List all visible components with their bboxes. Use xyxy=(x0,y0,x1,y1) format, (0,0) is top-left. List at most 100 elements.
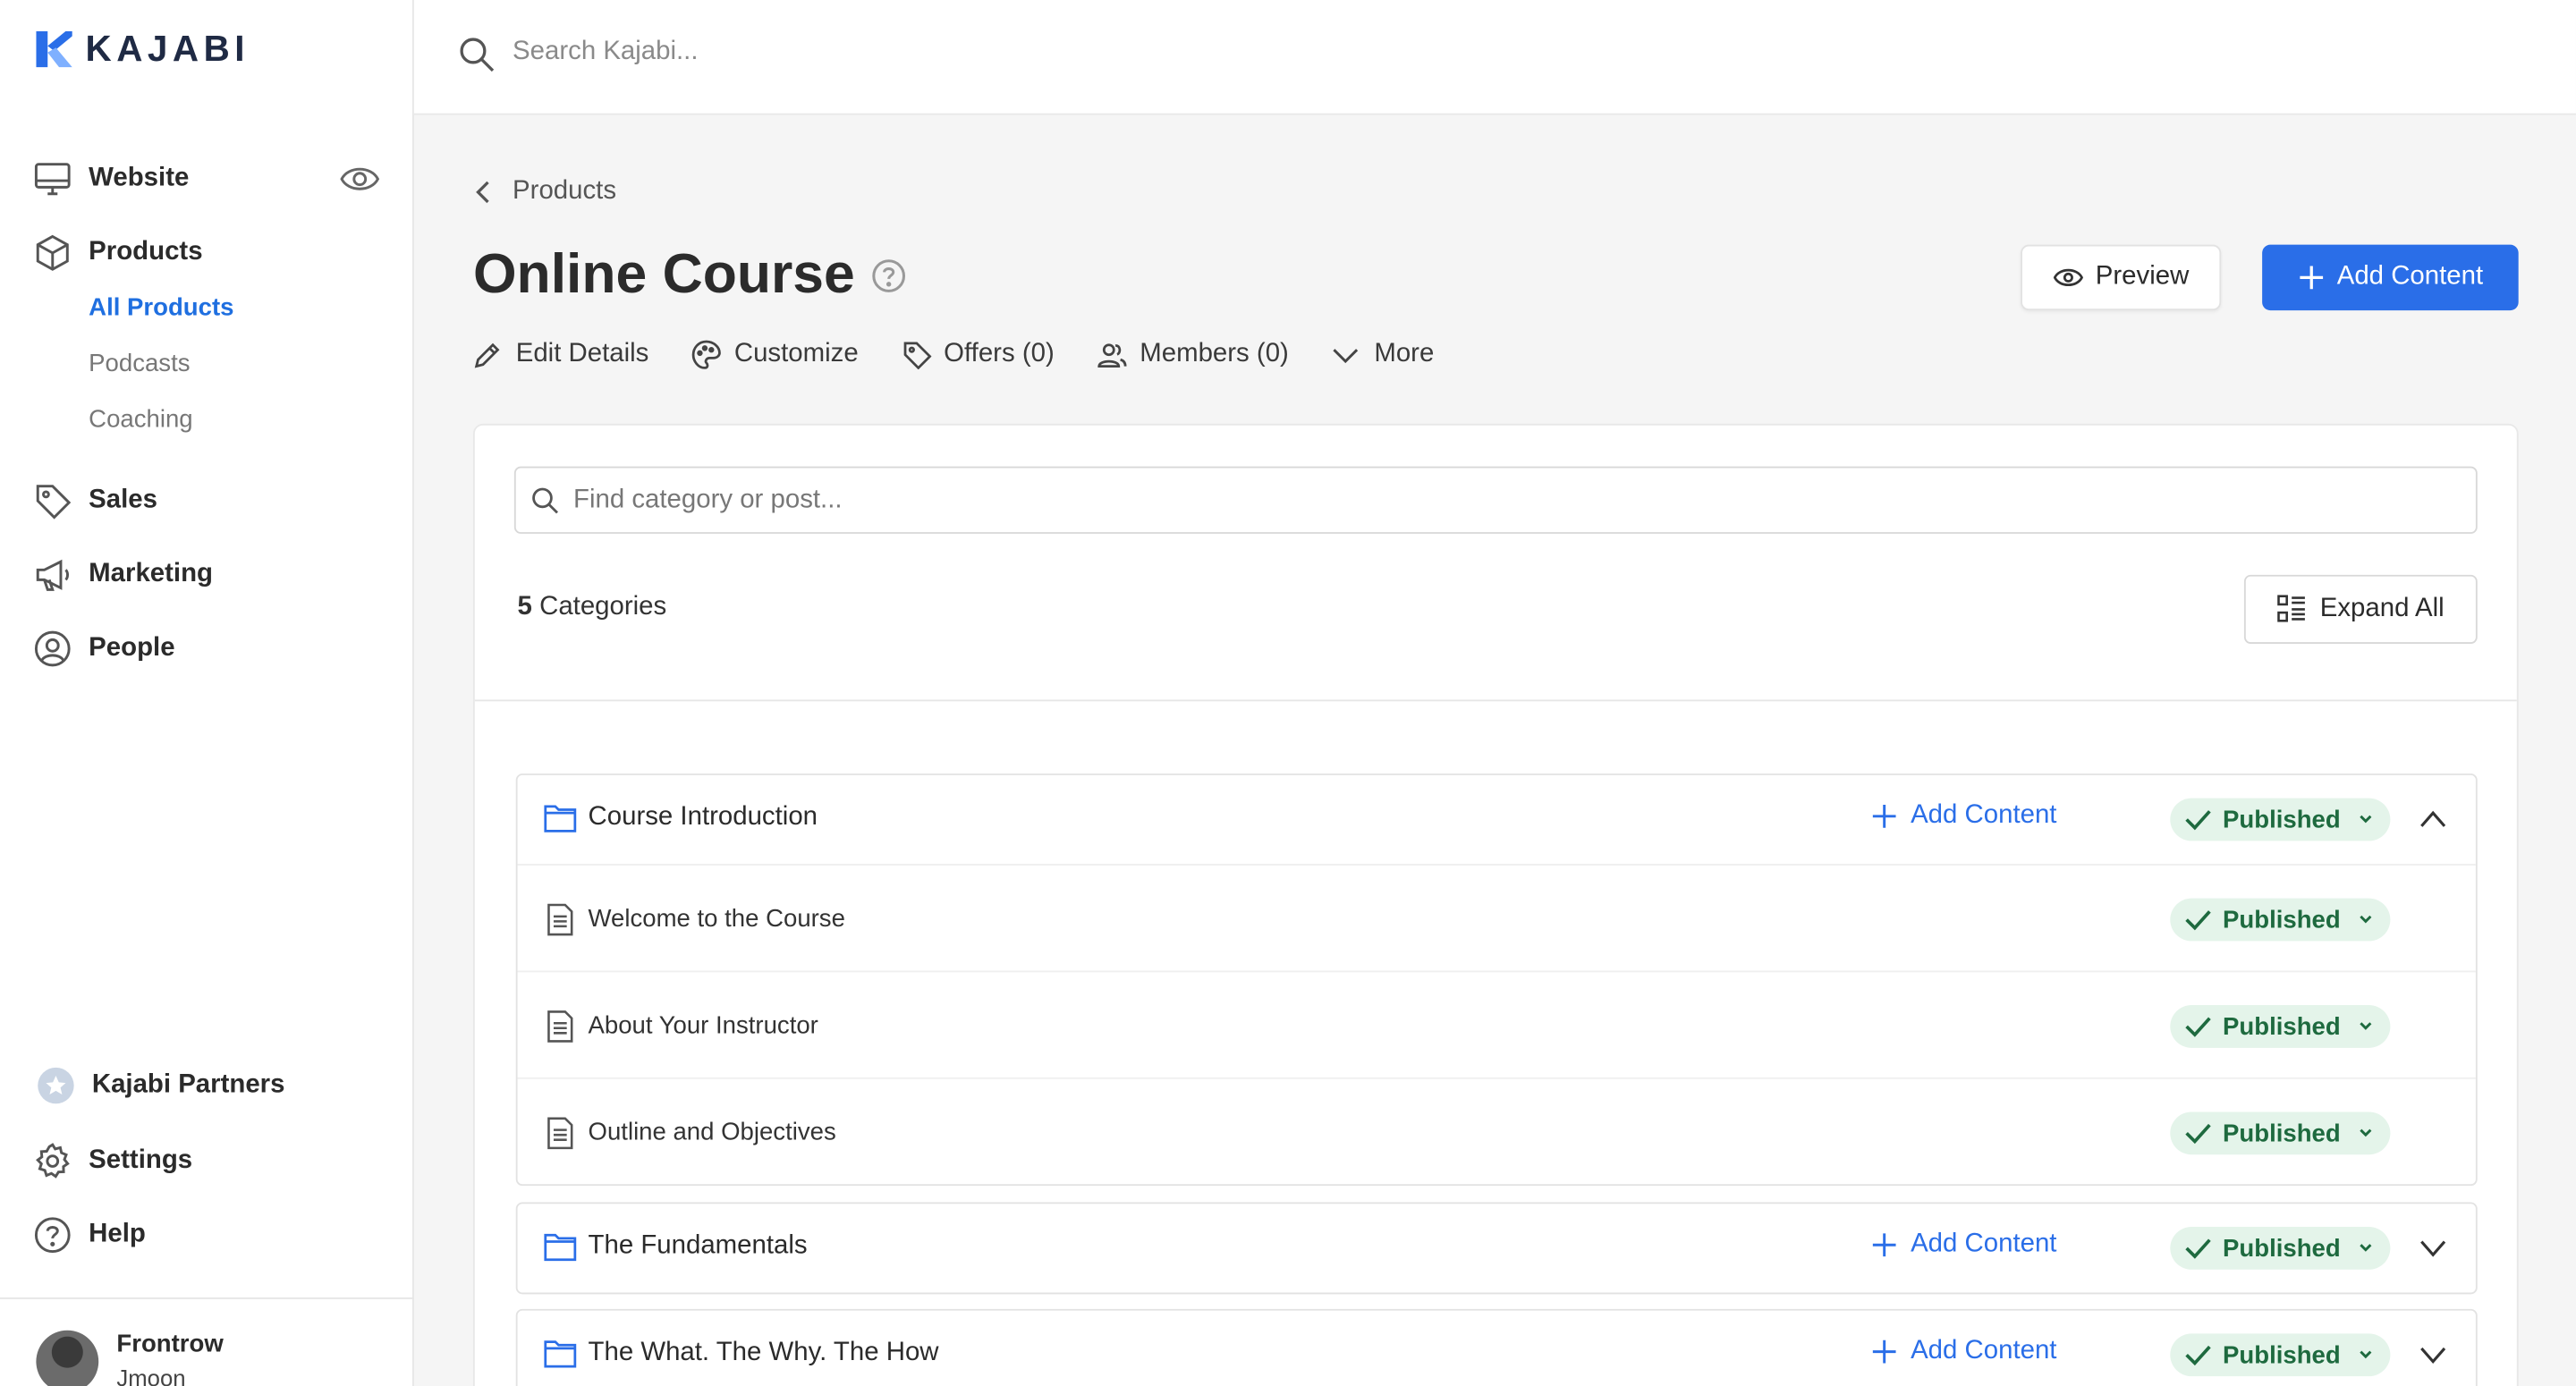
preview-button[interactable]: Preview xyxy=(2021,244,2222,311)
megaphone-icon xyxy=(36,559,69,591)
category-title: The What. The Why. The How xyxy=(588,1338,939,1367)
box-icon xyxy=(36,234,69,271)
category-title: Course Introduction xyxy=(588,803,818,832)
sidebar-item-help[interactable]: Help xyxy=(33,1215,146,1255)
category-add-content-button[interactable]: Add Content xyxy=(1871,1230,2056,1260)
post-title: About Your Instructor xyxy=(588,1011,818,1040)
sidebar-item-products[interactable]: Products xyxy=(33,233,203,273)
check-icon xyxy=(2185,1238,2211,1259)
sidebar-item-people[interactable]: People xyxy=(33,629,175,668)
sidebar-item-label: People xyxy=(89,633,175,663)
page-title-text: Online Course xyxy=(472,242,855,306)
global-search-input[interactable] xyxy=(513,30,1499,76)
add-content-label: Add Content xyxy=(1911,1230,2057,1258)
plus-icon xyxy=(2299,266,2323,290)
tab-offers[interactable]: Offers (0) xyxy=(901,340,1055,370)
content-panel: 5 Categories Expand All Course Introduct… xyxy=(472,423,2519,1386)
status-label: Published xyxy=(2223,1340,2341,1369)
chevron-down-icon[interactable] xyxy=(2417,1232,2450,1265)
tab-edit-details[interactable]: Edit Details xyxy=(473,340,648,369)
expand-all-button[interactable]: Expand All xyxy=(2243,574,2478,644)
plus-icon xyxy=(1872,804,1896,828)
status-badge[interactable]: Published xyxy=(2170,898,2391,942)
category-add-content-button[interactable]: Add Content xyxy=(1871,801,2056,831)
find-category-input[interactable] xyxy=(573,482,2381,520)
sidebar-item-label: Help xyxy=(89,1220,146,1248)
kajabi-logo[interactable]: KAJABI xyxy=(36,28,250,71)
user-menu[interactable]: Frontrow Jmoon xyxy=(0,1297,414,1386)
check-icon xyxy=(2185,1123,2211,1145)
sidebar-item-settings[interactable]: Settings xyxy=(33,1142,192,1181)
user-name: Frontrow xyxy=(116,1330,224,1358)
palette-icon xyxy=(691,340,721,369)
category-header[interactable]: The What. The Why. The How Add Content P… xyxy=(518,1311,2476,1386)
chevron-down-icon xyxy=(2359,1350,2371,1359)
eye-icon xyxy=(2053,268,2083,287)
status-label: Published xyxy=(2223,1119,2341,1147)
tab-customize[interactable]: Customize xyxy=(691,340,859,369)
chevron-down-icon xyxy=(2359,1022,2371,1030)
panel-divider xyxy=(474,699,2517,702)
users-icon xyxy=(1097,343,1127,368)
post-row[interactable]: About Your Instructor Published xyxy=(517,970,2476,1077)
chevron-left-icon xyxy=(476,181,489,204)
tab-members[interactable]: Members (0) xyxy=(1097,340,1289,369)
chevron-down-icon xyxy=(1334,349,1360,364)
breadcrumb[interactable]: Products xyxy=(473,177,616,207)
post-row[interactable]: Outline and Objectives Published xyxy=(517,1077,2476,1184)
status-badge[interactable]: Published xyxy=(2170,798,2391,841)
sidebar-item-website[interactable]: Website xyxy=(33,159,190,199)
chevron-down-icon xyxy=(2359,1244,2371,1252)
sidebar-item-label: Marketing xyxy=(89,560,213,588)
check-icon xyxy=(2185,1345,2211,1366)
sidebar-subitem-coaching[interactable]: Coaching xyxy=(89,406,192,434)
list-icon xyxy=(2277,595,2306,622)
tag-icon xyxy=(36,485,72,520)
eye-icon[interactable] xyxy=(340,163,380,196)
post-row[interactable]: Welcome to the Course Published xyxy=(517,864,2476,970)
status-label: Published xyxy=(2223,905,2341,934)
post-title: Welcome to the Course xyxy=(588,905,845,934)
pencil-icon xyxy=(474,342,500,368)
status-badge[interactable]: Published xyxy=(2170,1333,2391,1377)
sidebar-item-label: Website xyxy=(89,164,190,192)
category-row: The Fundamentals Add Content Published xyxy=(515,1202,2478,1295)
chevron-up-icon[interactable] xyxy=(2417,803,2450,836)
search-icon xyxy=(532,487,559,514)
sidebar-item-marketing[interactable]: Marketing xyxy=(33,555,213,595)
add-content-button[interactable]: Add Content xyxy=(2262,244,2519,311)
help-circle-icon[interactable] xyxy=(871,257,907,292)
sidebar-item-kajabi-partners[interactable]: Kajabi Partners xyxy=(36,1066,284,1105)
status-badge[interactable]: Published xyxy=(2170,1111,2391,1155)
person-circle-icon xyxy=(34,630,71,667)
avatar xyxy=(36,1330,99,1386)
product-tabs: Edit Details Customize Offers (0) Member… xyxy=(473,340,1434,370)
tab-more[interactable]: More xyxy=(1332,340,1434,369)
status-label: Published xyxy=(2223,805,2341,834)
monitor-icon xyxy=(34,163,71,196)
search-icon xyxy=(460,38,495,72)
category-row: The What. The Why. The How Add Content P… xyxy=(515,1308,2478,1386)
category-add-content-button[interactable]: Add Content xyxy=(1871,1337,2056,1366)
category-header[interactable]: The Fundamentals Add Content Published xyxy=(518,1204,2476,1292)
help-icon xyxy=(34,1217,71,1254)
status-badge[interactable]: Published xyxy=(2170,1005,2391,1048)
tab-label: Offers (0) xyxy=(944,340,1055,368)
category-title: The Fundamentals xyxy=(588,1231,808,1260)
check-icon xyxy=(2185,1017,2211,1037)
sidebar-item-label: Products xyxy=(89,238,203,266)
sidebar-subitem-all-products[interactable]: All Products xyxy=(89,294,233,322)
add-content-label: Add Content xyxy=(2336,262,2484,292)
document-icon xyxy=(547,1117,573,1150)
sidebar-item-label: Kajabi Partners xyxy=(91,1070,285,1099)
sidebar-item-sales[interactable]: Sales xyxy=(33,481,157,520)
expand-all-label: Expand All xyxy=(2319,594,2445,623)
sidebar-subitem-podcasts[interactable]: Podcasts xyxy=(89,350,190,377)
status-badge[interactable]: Published xyxy=(2170,1227,2391,1270)
chevron-down-icon[interactable] xyxy=(2417,1339,2450,1372)
tab-label: Edit Details xyxy=(515,340,649,368)
top-bar xyxy=(413,0,2576,115)
post-title: Outline and Objectives xyxy=(588,1118,836,1147)
category-header[interactable]: Course Introduction Add Content Publishe… xyxy=(518,775,2476,864)
chevron-down-icon xyxy=(2359,1128,2371,1137)
